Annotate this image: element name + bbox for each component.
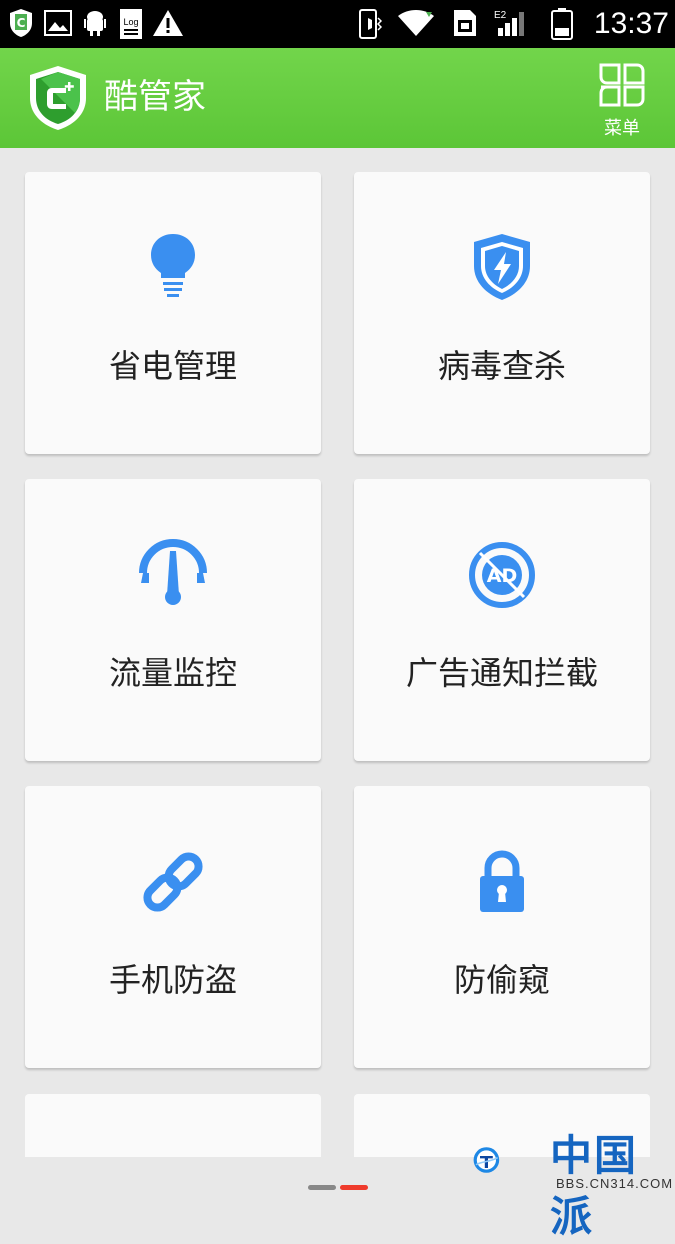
signal-e2-icon: E2 [494, 10, 524, 36]
sim-icon [454, 10, 476, 36]
gauge-icon [139, 539, 207, 605]
lightbulb-icon [151, 234, 195, 297]
status-bar: C Log E2 13:37 [0, 0, 675, 48]
card-label: 手机防盗 [108, 961, 237, 999]
shield-bolt-icon [474, 234, 530, 300]
card-anti-theft[interactable]: 手机防盗 [25, 786, 321, 1068]
card-label: 广告通知拦截 [405, 654, 598, 692]
card-virus-scan[interactable]: 病毒查杀 [354, 172, 650, 454]
watermark-url: BBS.CN314.COM [556, 1176, 674, 1191]
card-ad-block[interactable]: AD 广告通知拦截 [354, 479, 650, 761]
menu-button[interactable]: 菜单 [587, 62, 657, 139]
padlock-icon [480, 850, 524, 912]
app-title: 酷管家 [104, 77, 206, 117]
cool-manager-logo-icon [30, 66, 86, 130]
android-debug-icon [84, 11, 106, 36]
wifi-icon [398, 10, 434, 36]
card-anti-peep[interactable]: 防偷窥 [354, 786, 650, 1068]
clock: 13:37 [593, 7, 669, 40]
svg-text:E2: E2 [494, 10, 507, 21]
page-dot-active [340, 1185, 368, 1190]
watermark-logo-icon [473, 1147, 500, 1173]
menu-grid-icon [599, 63, 645, 107]
page-dot-inactive [308, 1185, 336, 1190]
battery-icon [551, 8, 573, 40]
menu-label: 菜单 [604, 118, 640, 139]
svg-text:Log: Log [123, 17, 138, 27]
cool-manager-notification-icon: C [10, 9, 32, 37]
card-power-saving[interactable]: 省电管理 [25, 172, 321, 454]
card-label: 流量监控 [108, 654, 237, 692]
card-label: 省电管理 [108, 347, 237, 385]
card-label: 防偷窥 [453, 961, 550, 999]
svg-text:AD: AD [487, 565, 517, 587]
card-data-monitor[interactable]: 流量监控 [25, 479, 321, 761]
log-icon: Log [120, 9, 142, 39]
chain-link-icon [143, 852, 203, 912]
card-label: 病毒查杀 [437, 347, 566, 385]
svg-text:C: C [17, 16, 26, 30]
warning-icon [153, 10, 183, 36]
ad-block-icon: AD [469, 542, 535, 608]
gallery-icon [44, 10, 72, 36]
vibrate-icon [359, 9, 383, 39]
app-bar: 酷管家 菜单 [0, 48, 675, 148]
